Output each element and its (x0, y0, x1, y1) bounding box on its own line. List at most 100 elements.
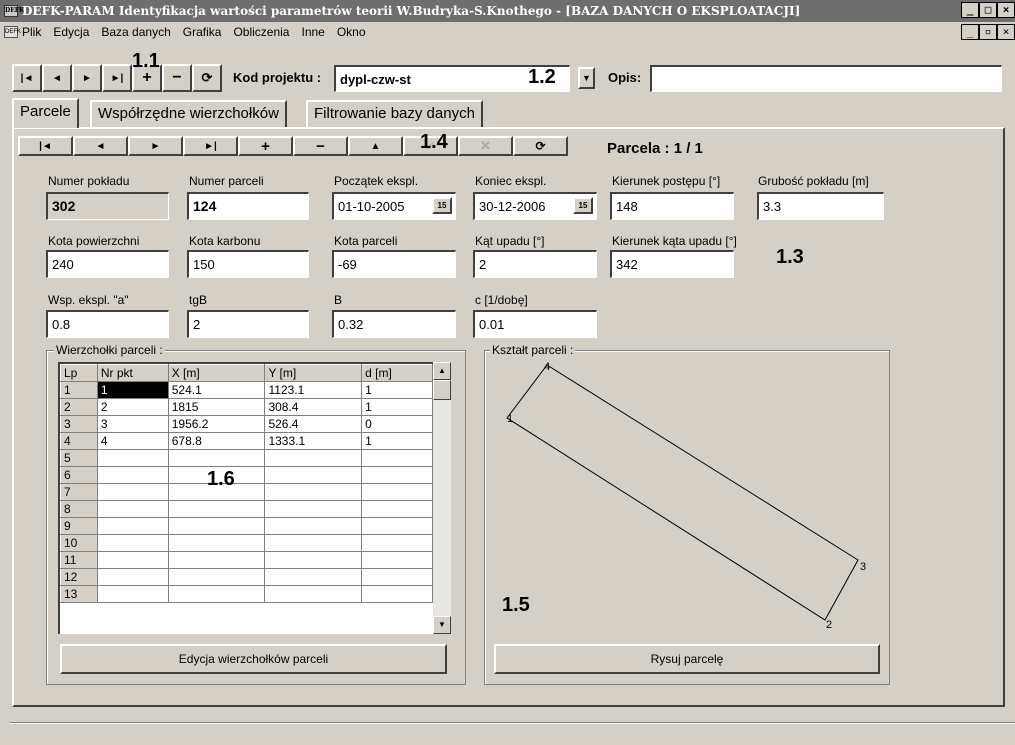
kota-karbonu-input[interactable]: 150 (187, 250, 309, 278)
cell-d[interactable]: 1 (361, 432, 433, 450)
table-row[interactable]: 8 (60, 500, 433, 518)
cell-x[interactable] (168, 551, 266, 569)
kota-parceli-input[interactable]: -69 (332, 250, 456, 278)
description-input[interactable] (650, 65, 1002, 92)
koniec-calendar-icon[interactable]: 15 (573, 197, 593, 214)
cell-nr-pkt[interactable]: 3 (97, 415, 169, 433)
cell-y[interactable] (264, 517, 363, 535)
mdi-restore-button[interactable]: ▫ (979, 24, 997, 40)
refresh-record-button[interactable]: ⟳ (513, 136, 568, 156)
cell-x[interactable]: 1956.2 (168, 415, 266, 433)
tgb-input[interactable]: 2 (187, 310, 309, 338)
minimize-button[interactable]: _ (961, 2, 979, 18)
menu-edycja[interactable]: Edycja (53, 25, 95, 39)
wsp-a-input[interactable]: 0.8 (46, 310, 169, 338)
cell-lp[interactable]: 10 (60, 534, 98, 552)
cell-lp[interactable]: 13 (60, 585, 98, 603)
cell-lp[interactable]: 7 (60, 483, 98, 501)
menu-plik[interactable]: Plik (22, 25, 47, 39)
scroll-thumb[interactable] (433, 380, 451, 400)
tab-filtrowanie[interactable]: Filtrowanie bazy danych (306, 100, 483, 127)
grid-header-nr-pkt[interactable]: Nr pkt (96, 364, 169, 382)
cell-x[interactable] (168, 568, 266, 586)
cell-lp[interactable]: 11 (60, 551, 98, 569)
numer-parceli-input[interactable]: 124 (187, 192, 309, 220)
scroll-up-button[interactable]: ▲ (433, 362, 451, 380)
cell-lp[interactable]: 8 (60, 500, 98, 518)
cell-y[interactable]: 526.4 (264, 415, 363, 433)
next-project-button[interactable]: ► (72, 64, 102, 92)
cell-d[interactable] (361, 568, 433, 586)
cell-x[interactable] (168, 534, 266, 552)
cell-nr-pkt[interactable] (97, 466, 169, 484)
delete-record-button[interactable]: − (293, 136, 348, 156)
last-record-button[interactable]: ►| (183, 136, 238, 156)
add-record-button[interactable]: + (238, 136, 293, 156)
maximize-button[interactable]: □ (979, 2, 997, 18)
last-project-button[interactable]: ►| (102, 64, 132, 92)
cell-d[interactable] (361, 449, 433, 467)
kierunek-postepu-input[interactable]: 148 (610, 192, 734, 220)
cell-nr-pkt[interactable] (97, 449, 169, 467)
cell-y[interactable]: 1333.1 (264, 432, 363, 450)
cell-nr-pkt[interactable]: 1 (97, 381, 169, 399)
draw-parcel-button[interactable]: Rysuj parcelę (494, 644, 880, 674)
cell-lp[interactable]: 9 (60, 517, 98, 535)
cell-x[interactable] (168, 449, 266, 467)
cell-y[interactable] (264, 585, 363, 603)
vertices-scrollbar[interactable]: ▲ ▼ (433, 362, 451, 634)
b-input[interactable]: 0.32 (332, 310, 456, 338)
mdi-icon[interactable]: DEFK (4, 26, 21, 38)
cell-lp[interactable]: 3 (60, 415, 98, 433)
table-row[interactable]: 7 (60, 483, 433, 501)
cell-x[interactable]: 678.8 (168, 432, 266, 450)
table-row[interactable]: 10 (60, 534, 433, 552)
poczatek-calendar-icon[interactable]: 15 (432, 197, 452, 214)
cell-y[interactable]: 308.4 (264, 398, 363, 416)
scroll-down-button[interactable]: ▼ (433, 616, 451, 634)
cell-x[interactable]: 1815 (168, 398, 266, 416)
project-dropdown-button[interactable]: ▼ (578, 67, 595, 89)
cell-d[interactable] (361, 534, 433, 552)
table-row[interactable]: 9 (60, 517, 433, 535)
tab-parcele[interactable]: Parcele (12, 98, 79, 128)
cell-x[interactable] (168, 517, 266, 535)
cell-nr-pkt[interactable] (97, 534, 169, 552)
kierunek-kata-input[interactable]: 342 (610, 250, 734, 278)
grubosc-input[interactable]: 3.3 (757, 192, 884, 220)
vertices-grid[interactable]: Lp Nr pkt X [m] Y [m] d [m] 1 1 524.1 1123.… (58, 362, 433, 634)
cell-nr-pkt[interactable] (97, 483, 169, 501)
cell-nr-pkt[interactable] (97, 517, 169, 535)
cell-d[interactable] (361, 551, 433, 569)
menu-obliczenia[interactable]: Obliczenia (233, 25, 295, 39)
edit-vertices-button[interactable]: Edycja wierzchołków parceli (60, 644, 447, 674)
c-input[interactable]: 0.01 (473, 310, 597, 338)
cell-y[interactable] (264, 568, 363, 586)
cell-lp[interactable]: 12 (60, 568, 98, 586)
prev-record-button[interactable]: ◄ (73, 136, 128, 156)
cell-d[interactable] (361, 466, 433, 484)
cell-nr-pkt[interactable] (97, 568, 169, 586)
grid-header-lp[interactable]: Lp (60, 364, 98, 382)
prev-project-button[interactable]: ◄ (42, 64, 72, 92)
cell-nr-pkt[interactable] (97, 551, 169, 569)
grid-header-y[interactable]: Y [m] (264, 364, 363, 382)
refresh-project-button[interactable]: ⟳ (192, 64, 222, 92)
cell-nr-pkt[interactable] (97, 500, 169, 518)
first-project-button[interactable]: |◄ (12, 64, 42, 92)
table-row[interactable]: 2 2 1815 308.4 1 (60, 398, 433, 416)
table-row[interactable]: 6 (60, 466, 433, 484)
table-row[interactable]: 11 (60, 551, 433, 569)
table-row[interactable]: 1 1 524.1 1123.1 1 (60, 381, 433, 399)
cell-d[interactable]: 1 (361, 398, 433, 416)
cell-d[interactable] (361, 500, 433, 518)
cancel-record-button[interactable]: ✕ (458, 136, 513, 156)
kota-powierzchni-input[interactable]: 240 (46, 250, 169, 278)
close-button[interactable]: × (997, 2, 1015, 18)
cell-y[interactable] (264, 500, 363, 518)
cell-y[interactable] (264, 449, 363, 467)
cell-x[interactable]: 524.1 (168, 381, 266, 399)
delete-project-button[interactable]: − (162, 64, 192, 92)
table-row[interactable]: 4 4 678.8 1333.1 1 (60, 432, 433, 450)
cell-nr-pkt[interactable]: 4 (97, 432, 169, 450)
